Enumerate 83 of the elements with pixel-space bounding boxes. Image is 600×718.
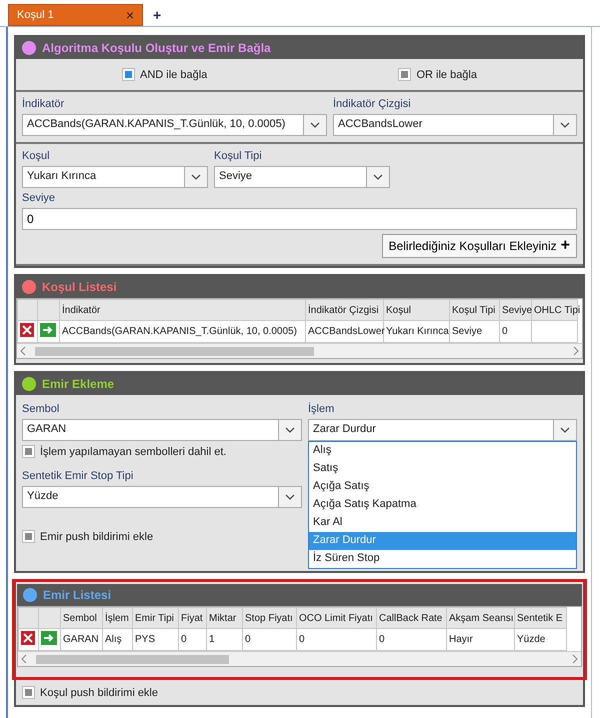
column-header[interactable]: İndikatör Çizgisi xyxy=(306,300,384,320)
table-cell: GARAN xyxy=(60,628,102,650)
checkbox[interactable] xyxy=(22,530,35,543)
export-icon[interactable] xyxy=(41,631,57,645)
column-header[interactable]: Fiyat xyxy=(178,608,206,628)
export-icon[interactable] xyxy=(40,323,56,337)
table-cell xyxy=(532,320,578,342)
symbol-dropdown[interactable]: GARAN xyxy=(22,419,302,441)
column-header[interactable]: OCO Limit Fiyatı xyxy=(296,608,376,628)
table-cell: PYS xyxy=(132,628,178,650)
column-header[interactable]: Sembol xyxy=(60,608,102,628)
scroll-left-icon[interactable] xyxy=(20,654,28,664)
stop-type-dropdown[interactable]: Yüzde xyxy=(22,486,302,508)
column-header[interactable]: OHLC Tipi xyxy=(532,300,578,320)
scroll-left-icon[interactable] xyxy=(19,346,27,356)
column-header[interactable]: Miktar xyxy=(206,608,242,628)
column-header[interactable]: İndikatör xyxy=(60,300,306,320)
condition-dropdown[interactable]: Yukarı Kırınca xyxy=(22,166,208,188)
table-cell: Yüzde xyxy=(514,628,566,650)
field-label: İndikatör Çizgisi xyxy=(333,98,412,110)
checkbox[interactable] xyxy=(122,68,135,81)
table-cell: 0 xyxy=(242,628,296,650)
add-tab-button[interactable]: + xyxy=(149,7,166,26)
chevron-down-icon xyxy=(373,174,383,180)
condition-type-dropdown[interactable]: Seviye xyxy=(214,166,390,188)
indicator-dropdown[interactable]: ACCBands(GARAN.KAPANIS_T.Günlük, 10, 0.0005) xyxy=(22,114,327,136)
table-cell: ACCBandsLower xyxy=(306,320,384,342)
horizontal-scrollbar[interactable] xyxy=(18,651,581,666)
checkbox-label: OR ile bağla xyxy=(416,68,477,80)
table-cell: 0 xyxy=(376,628,446,650)
field-label: Sentetik Emir Stop Tipi xyxy=(22,470,134,482)
checkbox[interactable] xyxy=(22,686,35,699)
field-label: Koşul Tipi xyxy=(214,150,263,162)
column-header[interactable]: CallBack Rate xyxy=(376,608,446,628)
table-cell: 0 xyxy=(178,628,206,650)
delete-icon[interactable] xyxy=(21,631,35,645)
field-label: Sembol xyxy=(22,403,60,415)
field-label: Koşul xyxy=(22,150,51,162)
column-header[interactable]: Seviye xyxy=(500,300,532,320)
panel-title: Koşul Listesi xyxy=(42,280,117,294)
column-header[interactable]: Akşam Seansı xyxy=(446,608,514,628)
column-header[interactable]: İşlem xyxy=(102,608,132,628)
field-label: Seviye xyxy=(22,192,56,204)
checkbox[interactable] xyxy=(398,68,412,81)
scroll-right-icon[interactable] xyxy=(571,654,579,664)
panel-title: Emir Listesi xyxy=(43,588,112,602)
checkbox-label: AND ile bağla xyxy=(140,68,208,80)
table-cell: 1 xyxy=(206,628,242,650)
table-cell: Alış xyxy=(102,628,132,650)
scroll-right-icon[interactable] xyxy=(572,346,580,356)
chevron-down-icon xyxy=(285,427,295,433)
action-dropdown[interactable]: Zarar Durdur xyxy=(308,419,577,441)
add-conditions-button[interactable]: Belirlediğiniz Koşulları Ekleyiniz + xyxy=(382,234,577,258)
table-cell: 0 xyxy=(296,628,376,650)
column-header[interactable]: Sentetik E xyxy=(514,608,566,628)
field-label: İndikatör xyxy=(22,98,66,110)
table-cell: 0 xyxy=(500,320,532,342)
table-cell: Yukarı Kırınca xyxy=(384,320,450,342)
level-input[interactable]: 0 xyxy=(22,208,577,230)
close-tab-button[interactable]: × xyxy=(126,7,134,23)
chevron-down-icon xyxy=(191,174,201,180)
checkbox-label: İşlem yapılamayan sembolleri dahil et. xyxy=(40,446,226,458)
chevron-down-icon xyxy=(285,494,295,500)
column-header[interactable]: Koşul Tipi xyxy=(450,300,500,320)
column-header[interactable]: Koşul xyxy=(384,300,450,320)
field-label: İşlem xyxy=(308,403,336,415)
table-cell: Seviye xyxy=(450,320,500,342)
checkbox-label: Koşul push bildirimi ekle xyxy=(40,686,158,698)
horizontal-scrollbar[interactable] xyxy=(17,343,582,358)
indicator-line-dropdown[interactable]: ACCBandsLower xyxy=(333,114,577,136)
chevron-down-icon xyxy=(310,122,320,128)
chevron-down-icon xyxy=(560,122,570,128)
table-cell: Hayır xyxy=(446,628,514,650)
column-header[interactable]: Emir Tipi xyxy=(132,608,178,628)
chevron-down-icon xyxy=(560,427,570,433)
delete-icon[interactable] xyxy=(20,323,34,337)
tab[interactable]: Koşul 1 × xyxy=(8,4,143,26)
column-header[interactable]: Stop Fiyatı xyxy=(242,608,296,628)
panel-title: Emir Ekleme xyxy=(42,377,114,391)
checkbox-label: Emir push bildirimi ekle xyxy=(40,530,154,542)
checkbox[interactable] xyxy=(22,445,35,458)
panel-title: Algoritma Koşulu Oluştur ve Emir Bağla xyxy=(42,41,271,55)
table-cell: ACCBands(GARAN.KAPANIS_T.Günlük, 10, 0.0005) xyxy=(60,320,306,342)
